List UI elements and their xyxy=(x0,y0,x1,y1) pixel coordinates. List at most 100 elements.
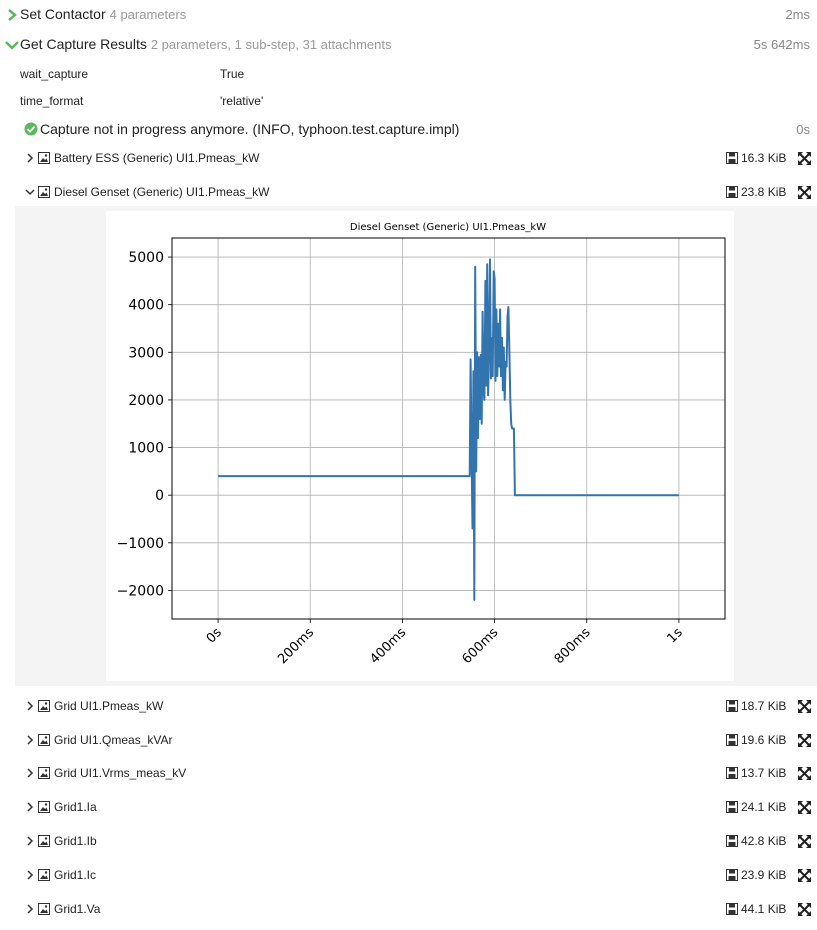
attachment-size: 19.6 KiB xyxy=(741,733,787,747)
attachment-name: Diesel Genset (Generic) UI1.Pmeas_kW xyxy=(54,185,270,199)
expand-icon[interactable] xyxy=(798,767,811,780)
y-tick-label: −1000 xyxy=(117,536,164,552)
step-duration: 2ms xyxy=(785,7,810,22)
attachment-name: Grid1.Va xyxy=(54,902,101,916)
step-title: Set Contactor 4 parameters xyxy=(20,6,187,22)
save-icon xyxy=(726,903,738,915)
log-duration: 0s xyxy=(796,122,810,137)
step-subtitle: 4 parameters xyxy=(109,7,187,22)
attachment-size: 23.9 KiB xyxy=(741,868,787,882)
attachment-row[interactable]: Diesel Genset (Generic) UI1.Pmeas_kW 23.… xyxy=(0,181,817,203)
expand-icon[interactable] xyxy=(798,903,811,916)
attachment-row[interactable]: Grid1.Va 44.1 KiB xyxy=(0,898,817,920)
x-tick-label: 0s xyxy=(204,625,225,646)
y-tick-label: 4000 xyxy=(128,298,164,314)
param-key: wait_capture xyxy=(20,67,89,81)
param-value: True xyxy=(220,67,245,81)
expand-icon[interactable] xyxy=(798,186,811,199)
attachment-row[interactable]: Grid1.Ib 42.8 KiB xyxy=(0,830,817,852)
attachment-name: Battery ESS (Generic) UI1.Pmeas_kW xyxy=(54,151,260,165)
plot-frame xyxy=(171,237,726,620)
x-tick-label: 600ms xyxy=(460,625,502,667)
attachment-name: Grid UI1.Qmeas_kVAr xyxy=(54,733,173,747)
expand-icon[interactable] xyxy=(798,869,811,882)
chevron-right-icon xyxy=(27,735,34,745)
attachment-row[interactable]: Grid UI1.Vrms_meas_kV 13.7 KiB xyxy=(0,762,817,784)
image-file-icon xyxy=(38,734,50,746)
chevron-right-icon xyxy=(27,836,34,846)
save-icon xyxy=(726,186,738,198)
chart-title: Diesel Genset (Generic) UI1.Pmeas_kW xyxy=(350,222,546,233)
expand-icon[interactable] xyxy=(798,734,811,747)
chart-image: Diesel Genset (Generic) UI1.Pmeas_kW 0s 2… xyxy=(106,211,734,681)
image-file-icon xyxy=(38,152,50,164)
log-message: Capture not in progress anymore. (INFO, … xyxy=(40,121,460,137)
attachment-size: 13.7 KiB xyxy=(741,766,787,780)
check-circle-icon xyxy=(24,122,38,136)
step-title: Get Capture Results 2 parameters, 1 sub-s… xyxy=(20,36,392,52)
expand-icon[interactable] xyxy=(798,801,811,814)
attachment-size: 16.3 KiB xyxy=(741,151,787,165)
attachment-name: Grid1.Ib xyxy=(54,834,97,848)
image-file-icon xyxy=(38,903,50,915)
step-set-contactor[interactable]: Set Contactor 4 parameters 2ms xyxy=(0,0,817,30)
save-icon xyxy=(726,767,738,779)
save-icon xyxy=(726,700,738,712)
chevron-down-icon xyxy=(25,189,35,196)
x-tick-label: 1s xyxy=(664,625,685,646)
chevron-right-icon xyxy=(27,701,34,711)
image-file-icon xyxy=(38,767,50,779)
image-file-icon xyxy=(38,700,50,712)
attachment-size: 23.8 KiB xyxy=(741,185,787,199)
step-subtitle: 2 parameters, 1 sub-step, 31 attachments xyxy=(150,37,392,52)
save-icon xyxy=(726,152,738,164)
attachment-row[interactable]: Grid UI1.Pmeas_kW 18.7 KiB xyxy=(0,695,817,717)
image-file-icon xyxy=(38,186,50,198)
step-duration: 5s 642ms xyxy=(753,37,810,52)
log-entry[interactable]: Capture not in progress anymore. (INFO, … xyxy=(0,118,817,140)
attachment-row[interactable]: Grid1.Ic 23.9 KiB xyxy=(0,864,817,886)
save-icon xyxy=(726,801,738,813)
attachment-name: Grid1.Ia xyxy=(54,800,97,814)
chevron-right-icon xyxy=(27,904,34,914)
image-file-icon xyxy=(38,869,50,881)
save-icon xyxy=(726,869,738,881)
y-tick-label: 0 xyxy=(155,488,164,504)
chevron-right-icon xyxy=(27,802,34,812)
attachment-row[interactable]: Battery ESS (Generic) UI1.Pmeas_kW 16.3 … xyxy=(0,147,817,169)
x-tick-label: 800ms xyxy=(552,625,594,667)
x-tick-label: 400ms xyxy=(367,625,409,667)
save-icon xyxy=(726,734,738,746)
attachment-name: Grid UI1.Pmeas_kW xyxy=(54,699,164,713)
param-key: time_format xyxy=(20,94,84,108)
y-tick-label: −2000 xyxy=(117,583,164,599)
chevron-right-icon xyxy=(8,9,17,21)
save-icon xyxy=(726,835,738,847)
expand-icon[interactable] xyxy=(798,152,811,165)
y-tick-label: 2000 xyxy=(128,393,164,409)
x-tick-label: 200ms xyxy=(275,625,317,667)
y-tick-label: 3000 xyxy=(128,345,164,361)
param-value: 'relative' xyxy=(220,94,264,108)
chevron-right-icon xyxy=(27,768,34,778)
expand-icon[interactable] xyxy=(798,835,811,848)
line-chart: Diesel Genset (Generic) UI1.Pmeas_kW 0s 2… xyxy=(117,222,726,667)
chevron-down-icon xyxy=(5,41,19,50)
step-get-capture-results[interactable]: Get Capture Results 2 parameters, 1 sub-s… xyxy=(0,30,817,60)
image-file-icon xyxy=(38,801,50,813)
attachment-size: 42.8 KiB xyxy=(741,834,787,848)
attachment-size: 18.7 KiB xyxy=(741,699,787,713)
attachment-name: Grid1.Ic xyxy=(54,868,97,882)
y-tick-label: 1000 xyxy=(128,441,164,457)
image-file-icon xyxy=(38,835,50,847)
chevron-right-icon xyxy=(27,153,34,163)
series-line xyxy=(218,258,679,601)
chevron-right-icon xyxy=(27,870,34,880)
attachment-row[interactable]: Grid1.Ia 24.1 KiB xyxy=(0,796,817,818)
expand-icon[interactable] xyxy=(798,700,811,713)
attachment-size: 24.1 KiB xyxy=(741,800,787,814)
attachment-row[interactable]: Grid UI1.Qmeas_kVAr 19.6 KiB xyxy=(0,729,817,751)
attachment-size: 44.1 KiB xyxy=(741,902,787,916)
y-tick-label: 5000 xyxy=(128,250,164,266)
attachment-name: Grid UI1.Vrms_meas_kV xyxy=(54,766,187,780)
